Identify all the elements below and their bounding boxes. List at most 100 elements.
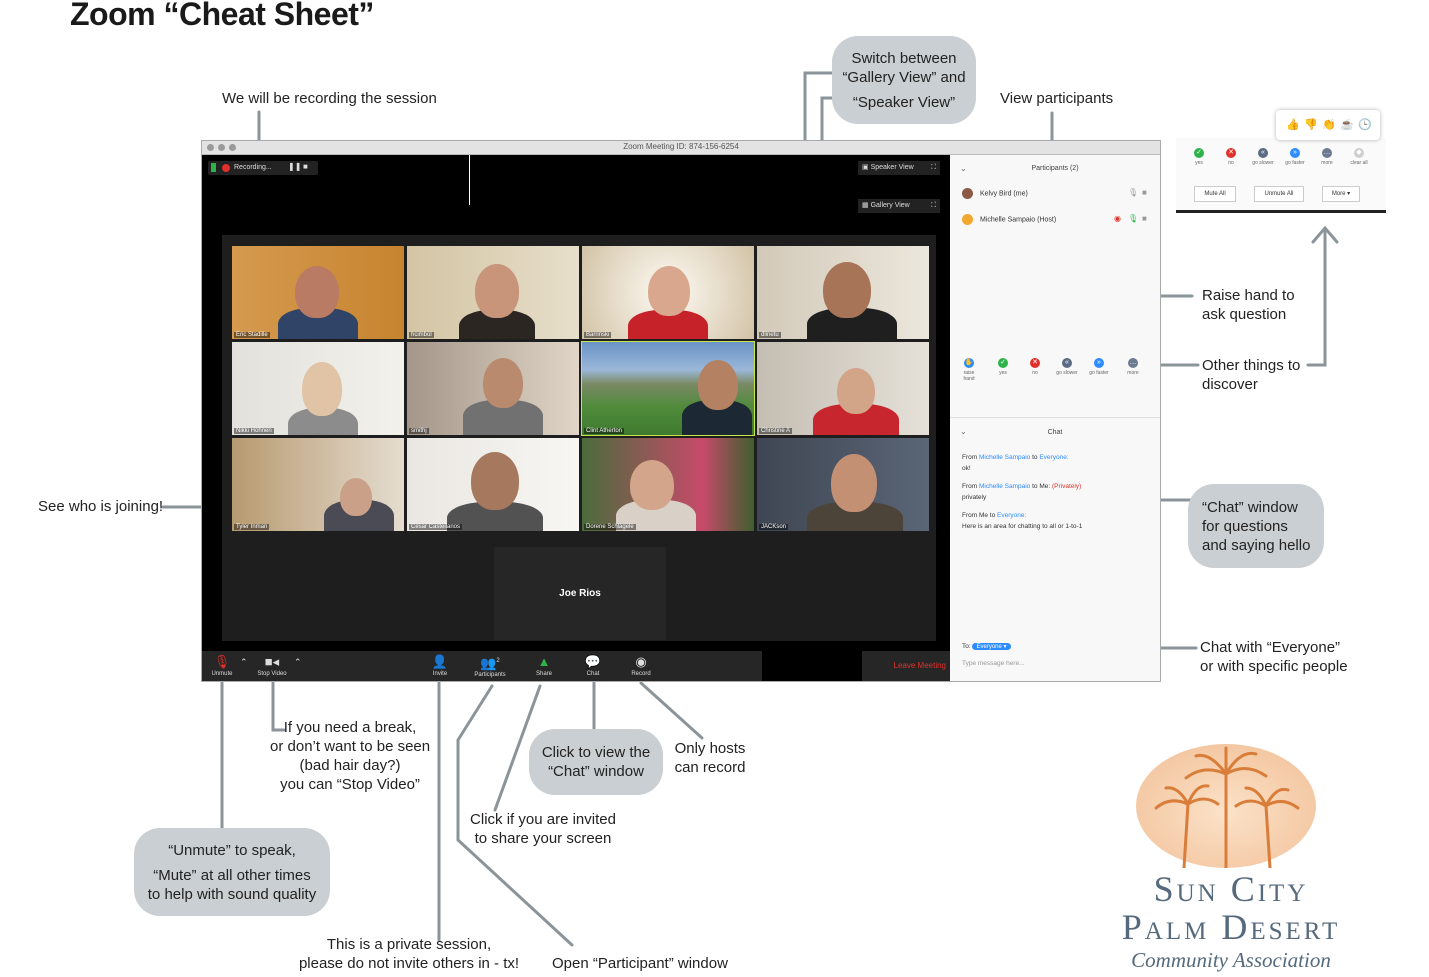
callout-hosts-record-line2: can record [674, 759, 746, 776]
clap-icon[interactable]: 👏 [1322, 118, 1336, 131]
participant-name: Barrinski [584, 332, 612, 338]
zoom-window: Zoom Meeting ID: 874-156-6254 Recording.… [201, 140, 1161, 682]
video-tile[interactable]: Dorene Schlagele [582, 438, 754, 531]
participant-face [302, 362, 342, 416]
callout-other-things-line1: Other things to [1202, 357, 1301, 374]
video-tile[interactable]: Barrinski [582, 246, 754, 339]
callout-stop-video-line3: (bad hair day?) [299, 757, 401, 774]
video-tile[interactable]: Christine A [757, 342, 929, 435]
go-faster-button[interactable]: » go faster [1088, 358, 1110, 376]
invite-button[interactable]: 👤 Invite [420, 654, 460, 677]
chat-button[interactable]: 💬 Chat [573, 654, 613, 677]
more-button[interactable]: … more [1316, 148, 1338, 166]
participant-name: Eric Stadille [234, 332, 270, 338]
callout-open-participant: Open “Participant” window [552, 955, 728, 972]
fast-forward-icon: » [1290, 148, 1300, 158]
no-button[interactable]: ✕ no [1024, 358, 1046, 376]
participant-face [630, 460, 674, 510]
avatar [962, 214, 973, 225]
go-slower-button[interactable]: « go slower [1252, 148, 1274, 166]
video-tile[interactable]: JACKson [757, 438, 929, 531]
fullscreen-icon[interactable]: ⛶ [931, 161, 936, 175]
pause-recording-icon[interactable]: ❚❚ [288, 162, 301, 171]
more-reactions-button[interactable]: … more [1122, 358, 1144, 376]
active-speaker-tile[interactable]: Joe Rios [494, 547, 666, 640]
chat-header: Chat [1047, 429, 1063, 436]
no-button[interactable]: ✕ no [1220, 148, 1242, 166]
sidebar: ⌄ Participants (2) Kelvy Bird (me) 🎙 ■ M… [950, 155, 1160, 681]
callout-other-things-line2: discover [1202, 376, 1258, 393]
record-button[interactable]: ◉ Record [621, 654, 661, 677]
go-slower-button[interactable]: « go slower [1056, 358, 1078, 376]
callout-unmute-line2: “Mute” at all other times [153, 866, 311, 884]
video-options-chevron-icon[interactable]: ⌃ [294, 657, 302, 668]
participant-name: Dorene Schlagele [584, 524, 636, 530]
video-tile[interactable]: hcimbol [407, 246, 579, 339]
video-tile[interactable]: Eric Stadille [232, 246, 404, 339]
participants-button[interactable]: 👥2 Participants [470, 654, 510, 678]
more-reactions-panel: ✓ yes ✕ no « go slower » go faster … more ◆ cl… [1176, 138, 1386, 213]
thumbs-up-icon[interactable]: 👍 [1286, 118, 1300, 131]
reaction-label: yes [999, 370, 1007, 376]
chat-private-tag: (Privately) [1051, 483, 1082, 490]
share-button[interactable]: ▲ Share [524, 654, 564, 677]
more-dots-icon: … [1128, 358, 1138, 368]
gallery-view-button[interactable]: ▦ Gallery View ⛶ [858, 199, 940, 213]
leave-meeting-button[interactable]: Leave Meeting [894, 661, 946, 670]
participants-count: 2 [496, 658, 500, 664]
chat-recipient: Everyone: [1039, 454, 1069, 461]
video-tile[interactable]: Cesar Castellanos [407, 438, 579, 531]
participant-face [823, 262, 871, 318]
callout-share-screen-line1: Click if you are invited [470, 811, 616, 828]
callout-chat-everyone-line1: Chat with “Everyone” [1200, 639, 1341, 656]
record-label: Record [631, 671, 651, 677]
callout-unmute: “Unmute” to speak, “Mute” at all other t… [134, 828, 330, 916]
video-tile[interactable]: smithj [407, 342, 579, 435]
clock-icon[interactable]: 🕒 [1358, 118, 1372, 131]
video-tile[interactable]: Tyler Inman [232, 438, 404, 531]
clear-all-button[interactable]: ◆ clear all [1348, 148, 1370, 166]
recording-label: Recording... [234, 164, 272, 171]
mic-icon[interactable]: 🎙 [1128, 214, 1138, 223]
participant-row[interactable]: Kelvy Bird (me) [962, 188, 1028, 199]
raise-hand-button[interactable]: ✋ raise hand [958, 358, 980, 382]
chat-input[interactable]: Type message here... [962, 660, 1025, 667]
camera-icon[interactable]: ■ [1142, 214, 1147, 223]
mute-all-button[interactable]: Mute All [1194, 186, 1236, 202]
participant-row[interactable]: Michelle Sampaio (Host) [962, 214, 1056, 225]
yes-button[interactable]: ✓ yes [1188, 148, 1210, 166]
participant-face [648, 266, 690, 316]
chat-recipient-select[interactable]: Everyone ▾ [972, 643, 1011, 650]
go-faster-button[interactable]: » go faster [1284, 148, 1306, 166]
chat-message-text: ok! [962, 465, 971, 472]
speaker-view-button[interactable]: ▣ Speaker View ⛶ [858, 161, 940, 175]
participant-name: Clint Atherton [584, 428, 625, 434]
stop-video-button[interactable]: ■◂ Stop Video [252, 654, 292, 677]
gallery-view-icon: ▦ [862, 202, 869, 209]
x-icon: ✕ [1226, 148, 1236, 158]
video-tile[interactable]: Clint Atherton [581, 341, 755, 436]
audio-options-chevron-icon[interactable]: ⌃ [240, 657, 248, 668]
video-tile[interactable]: dlinetu [757, 246, 929, 339]
participant-row-name: Kelvy Bird (me) [979, 190, 1028, 198]
gallery-view-label: Gallery View [870, 202, 910, 209]
mic-icon[interactable]: 🎙 [1128, 188, 1138, 197]
check-icon: ✓ [1194, 148, 1204, 158]
callout-stop-video: If you need a break, or don’t want to be… [270, 718, 430, 794]
reaction-label: no [1228, 160, 1234, 166]
stop-recording-icon[interactable]: ■ [303, 162, 308, 171]
fullscreen-icon-2[interactable]: ⛶ [931, 199, 936, 213]
unmute-all-button[interactable]: Unmute All [1254, 186, 1304, 202]
chat-recipient-value: Everyone [976, 644, 1002, 650]
divider [950, 417, 1160, 418]
callout-private-session-line1: This is a private session, [326, 936, 492, 953]
thumbs-down-icon[interactable]: 👎 [1304, 118, 1318, 131]
video-tile[interactable]: Nikki Hohnen [232, 342, 404, 435]
coffee-icon[interactable]: ☕ [1340, 118, 1354, 131]
callout-share-screen: Click if you are invited to share your s… [468, 810, 618, 848]
camera-icon[interactable]: ■ [1142, 188, 1147, 197]
more-dropdown-button[interactable]: More ▾ [1322, 186, 1360, 202]
unmute-button[interactable]: 🎙 Unmute [202, 654, 242, 677]
speaker-view-icon: ▣ [862, 164, 869, 171]
yes-button[interactable]: ✓ yes [992, 358, 1014, 376]
